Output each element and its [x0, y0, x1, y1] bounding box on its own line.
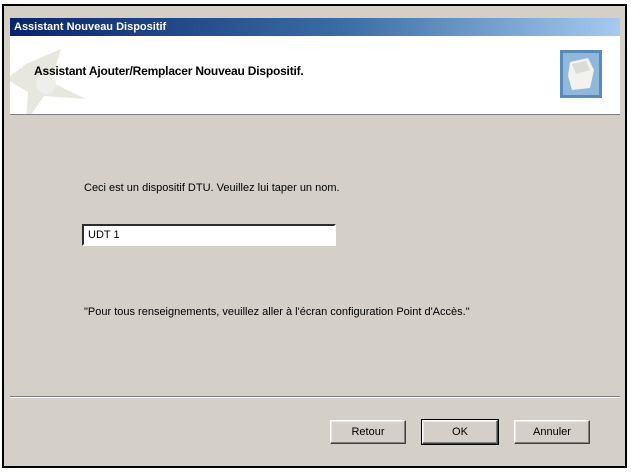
cancel-button-label: Annuler — [533, 426, 571, 438]
window-titlebar: Assistant Nouveau Dispositif — [10, 18, 620, 36]
wizard-header: Assistant Ajouter/Remplacer Nouveau Disp… — [10, 36, 620, 115]
device-prompt-text: Ceci est un dispositif DTU. Veuillez lui… — [84, 182, 340, 194]
button-separator — [10, 396, 620, 398]
wizard-body — [10, 115, 620, 385]
back-button[interactable]: Retour — [330, 420, 406, 444]
cancel-button[interactable]: Annuler — [514, 420, 590, 444]
device-name-input[interactable] — [82, 224, 336, 246]
device-icon — [560, 50, 602, 98]
back-button-label: Retour — [351, 426, 385, 438]
wizard-watermark-icon — [10, 49, 86, 114]
ok-button-label: OK — [452, 426, 468, 438]
wizard-header-title: Assistant Ajouter/Remplacer Nouveau Disp… — [34, 64, 304, 78]
info-note-text: "Pour tous renseignements, veuillez alle… — [84, 306, 470, 318]
ok-button[interactable]: OK — [421, 419, 499, 445]
window-title: Assistant Nouveau Dispositif — [14, 21, 167, 33]
